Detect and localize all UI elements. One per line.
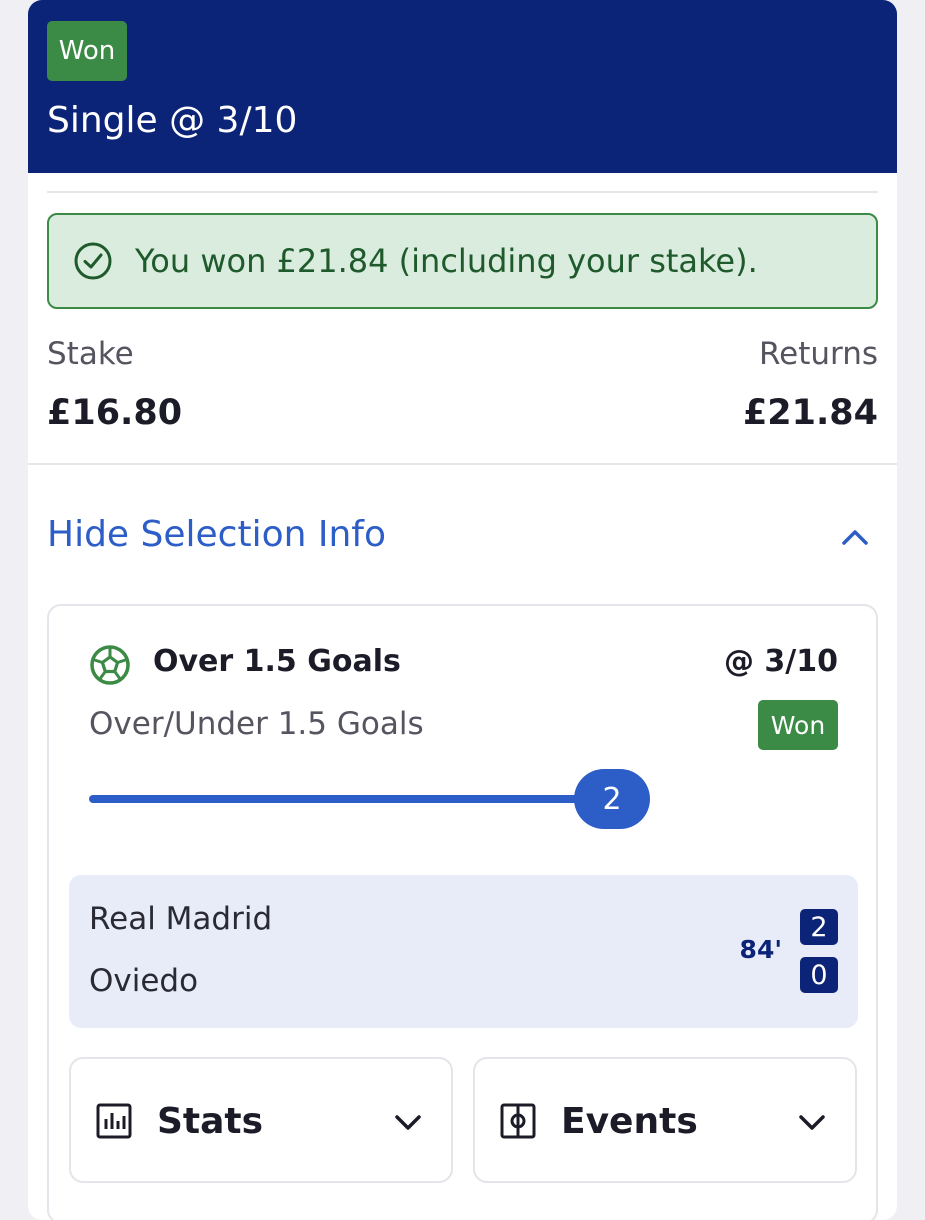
- returns-value: £21.84: [742, 393, 878, 433]
- scoreboard: Real Madrid Oviedo 84' 2 0: [69, 875, 858, 1028]
- home-score: 2: [800, 909, 838, 945]
- chevron-down-icon: [395, 1115, 421, 1130]
- bar-chart-icon: [96, 1103, 132, 1139]
- chevron-up-icon[interactable]: [839, 522, 871, 554]
- match-minute: 84': [739, 935, 782, 964]
- divider: [47, 191, 878, 193]
- goals-progress-value: 2: [574, 769, 650, 829]
- win-banner: You won £21.84 (including your stake).: [47, 213, 878, 309]
- selection-odds: @ 3/10: [723, 644, 838, 679]
- stake-label: Stake: [47, 336, 134, 372]
- goals-progress-bar: [89, 795, 609, 803]
- market-name: Over/Under 1.5 Goals: [89, 706, 424, 742]
- stake-value: £16.80: [47, 393, 183, 433]
- home-team: Real Madrid: [89, 901, 273, 937]
- status-badge: Won: [47, 21, 127, 81]
- pitch-icon: [500, 1103, 536, 1139]
- selection-card: Over 1.5 Goals @ 3/10 Over/Under 1.5 Goa…: [47, 604, 878, 1220]
- stats-button[interactable]: Stats: [69, 1057, 453, 1183]
- selection-name: Over 1.5 Goals: [153, 644, 401, 679]
- divider: [28, 463, 897, 465]
- football-icon: [90, 645, 130, 685]
- bet-title: Single @ 3/10: [47, 100, 298, 141]
- events-button[interactable]: Events: [473, 1057, 857, 1183]
- bet-card: Won Single @ 3/10 You won £21.84 (includ…: [28, 0, 897, 1220]
- chevron-down-icon: [799, 1115, 825, 1130]
- away-score: 0: [800, 957, 838, 993]
- stats-label: Stats: [157, 1101, 264, 1142]
- win-message: You won £21.84 (including your stake).: [135, 242, 758, 280]
- events-label: Events: [561, 1101, 698, 1142]
- check-circle-icon: [74, 242, 112, 280]
- away-team: Oviedo: [89, 963, 199, 999]
- hide-selection-info-button[interactable]: Hide Selection Info: [47, 514, 386, 555]
- bet-header: Won Single @ 3/10: [28, 0, 897, 173]
- selection-status-badge: Won: [758, 700, 838, 750]
- returns-label: Returns: [758, 336, 878, 372]
